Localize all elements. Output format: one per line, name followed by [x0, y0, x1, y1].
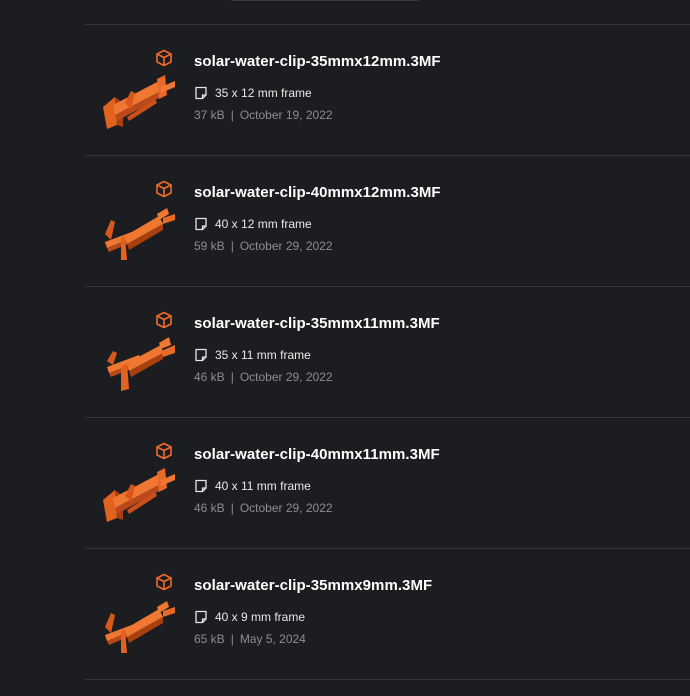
file-meta: 59 kB | October 29, 2022 — [194, 239, 333, 253]
file-name-link[interactable]: solar-water-clip-35mmx9mm.3MF — [194, 577, 432, 594]
note-icon — [195, 610, 207, 624]
note-icon — [195, 86, 207, 100]
file-meta: 37 kB | October 19, 2022 — [194, 108, 333, 122]
description-text: 40 x 9 mm frame — [215, 610, 306, 624]
file-meta: 46 kB | October 29, 2022 — [194, 501, 333, 515]
description-text: 40 x 11 mm frame — [215, 479, 311, 493]
meta-separator: | — [230, 239, 234, 253]
cube-icon — [156, 49, 172, 67]
meta-separator: | — [230, 501, 234, 515]
file-size: 65 kB — [194, 632, 225, 646]
cube-icon — [156, 573, 172, 591]
clip-thumbnail[interactable] — [101, 462, 177, 522]
clip-thumbnail[interactable] — [101, 200, 177, 260]
file-row[interactable]: solar-water-clip-35mmx12mm.3MF 35 x 12 m… — [85, 25, 690, 156]
file-description: 40 x 9 mm frame — [194, 609, 305, 625]
cube-icon — [156, 180, 172, 198]
file-description: 35 x 12 mm frame — [194, 85, 312, 101]
search-input[interactable] — [230, 0, 420, 1]
file-date: October 29, 2022 — [239, 501, 333, 515]
file-name-link[interactable]: solar-water-clip-35mmx11mm.3MF — [194, 315, 440, 332]
file-row[interactable]: solar-water-clip-40mmx12mm.3MF 40 x 12 m… — [85, 156, 690, 287]
file-description: 40 x 11 mm frame — [194, 478, 311, 494]
meta-separator: | — [230, 370, 234, 384]
file-row[interactable]: solar-water-clip-35mmx11mm.3MF 35 x 11 m… — [85, 287, 690, 418]
file-description: 40 x 12 mm frame — [194, 216, 312, 232]
file-row[interactable]: solar-water-clip-35mmx9mm.3MF 40 x 9 mm … — [85, 549, 690, 680]
page: solar-water-clip-35mmx12mm.3MF 35 x 12 m… — [0, 0, 690, 696]
note-icon — [195, 479, 207, 493]
clip-thumbnail[interactable] — [101, 69, 177, 129]
file-meta: 65 kB | May 5, 2024 — [194, 632, 306, 646]
cube-icon — [156, 311, 172, 329]
clip-thumbnail[interactable] — [101, 331, 177, 391]
file-meta: 46 kB | October 29, 2022 — [194, 370, 333, 384]
description-text: 35 x 12 mm frame — [215, 86, 312, 100]
file-size: 59 kB — [194, 239, 225, 253]
file-description: 35 x 11 mm frame — [194, 347, 311, 363]
file-date: October 29, 2022 — [239, 239, 333, 253]
file-size: 46 kB — [194, 501, 225, 515]
file-size: 46 kB — [194, 370, 225, 384]
note-icon — [195, 348, 207, 362]
cube-icon — [156, 442, 172, 460]
file-date: October 29, 2022 — [239, 370, 333, 384]
meta-separator: | — [230, 632, 234, 646]
note-icon — [195, 217, 207, 231]
file-date: May 5, 2024 — [239, 632, 306, 646]
meta-separator: | — [230, 108, 234, 122]
clip-thumbnail[interactable] — [101, 593, 177, 653]
file-name-link[interactable]: solar-water-clip-35mmx12mm.3MF — [194, 53, 441, 70]
file-date: October 19, 2022 — [239, 108, 333, 122]
file-row[interactable]: solar-water-clip-40mmx11mm.3MF 40 x 11 m… — [85, 418, 690, 549]
file-name-link[interactable]: solar-water-clip-40mmx11mm.3MF — [194, 446, 440, 463]
file-name-link[interactable]: solar-water-clip-40mmx12mm.3MF — [194, 184, 441, 201]
file-size: 37 kB — [194, 108, 225, 122]
description-text: 40 x 12 mm frame — [215, 217, 312, 231]
file-list: solar-water-clip-35mmx12mm.3MF 35 x 12 m… — [85, 25, 690, 680]
description-text: 35 x 11 mm frame — [215, 348, 311, 362]
